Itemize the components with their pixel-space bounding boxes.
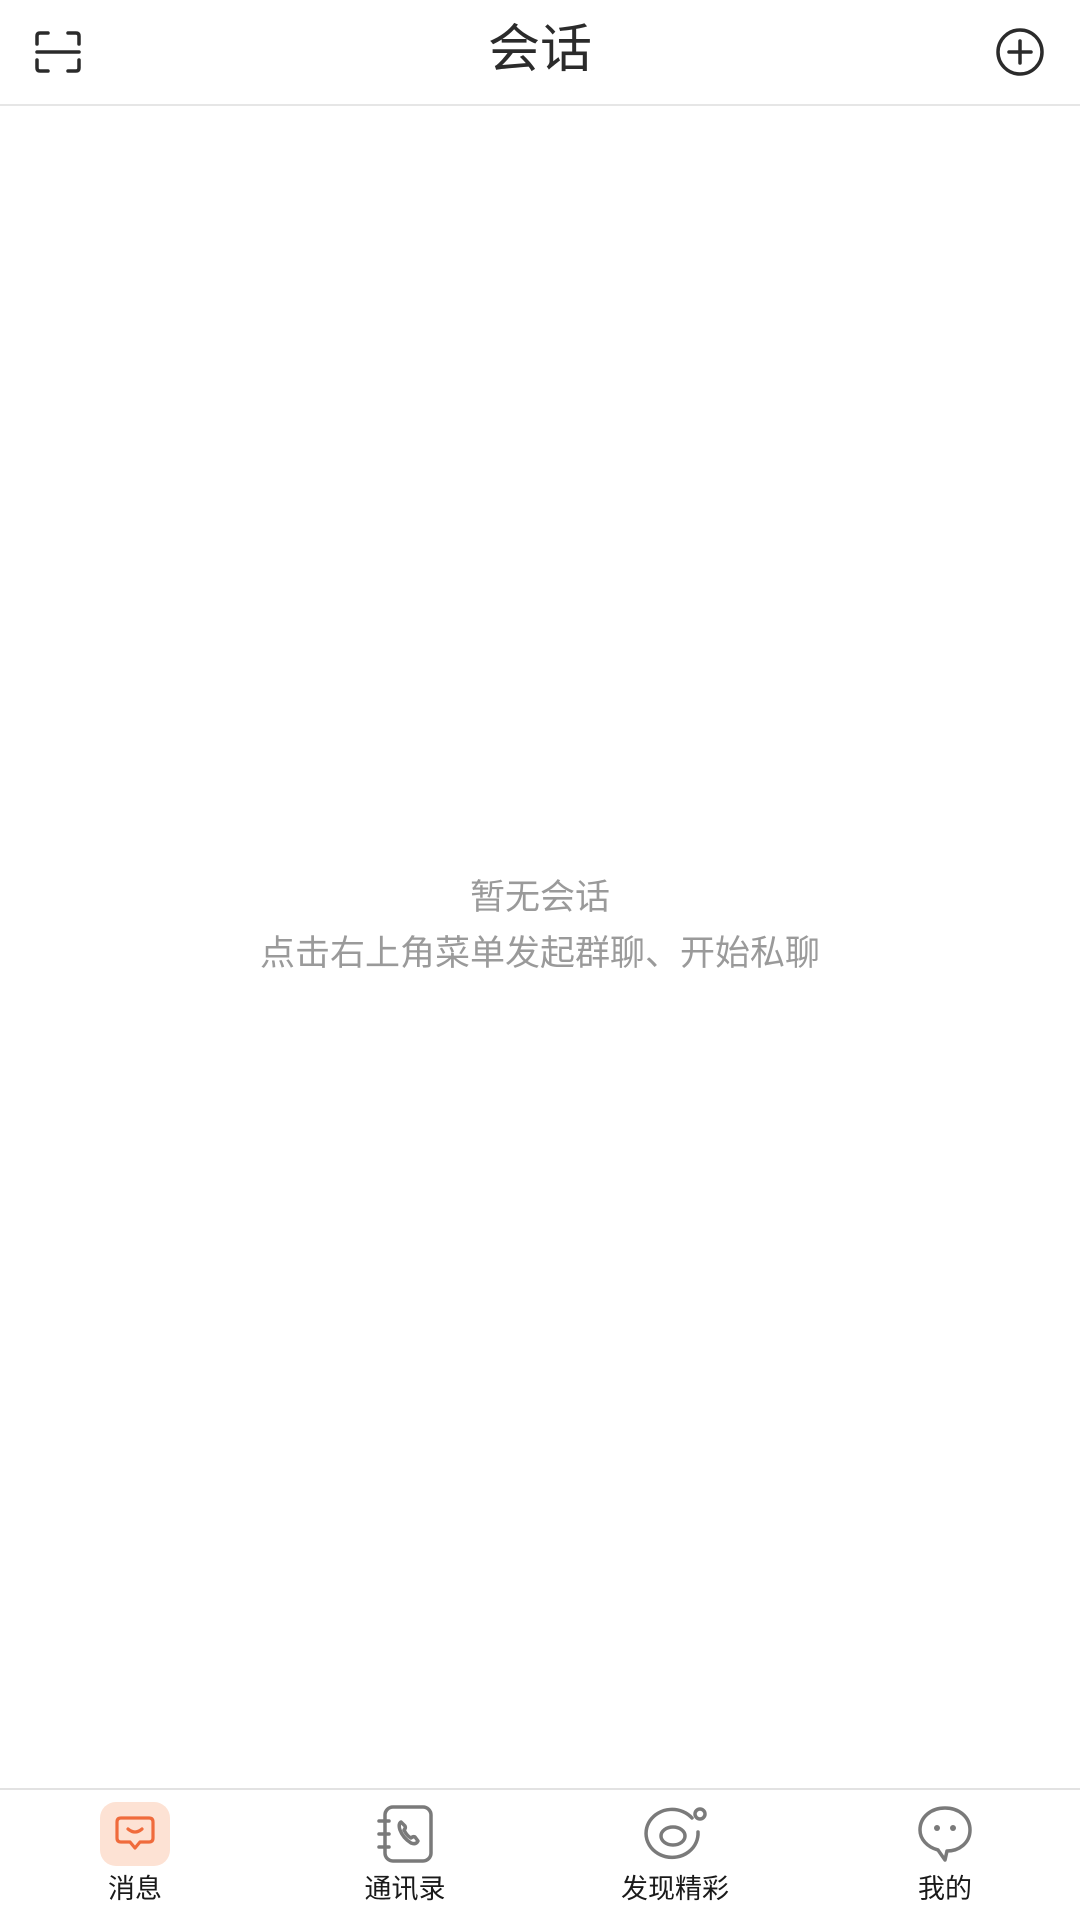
discover-planet-icon [644, 1807, 707, 1860]
bottom-tab-bar: 消息 通讯录 发现精彩 我的 [0, 1788, 1080, 1922]
top-bar: 会话 [0, 0, 1080, 106]
scan-button[interactable] [26, 20, 90, 84]
tab-messages[interactable]: 消息 [0, 1790, 270, 1920]
tab-discover[interactable]: 发现精彩 [540, 1790, 810, 1920]
tab-messages-label: 消息 [108, 1874, 162, 1905]
tab-contacts-label: 通讯录 [364, 1874, 446, 1905]
chat-bubble-icon [115, 1816, 155, 1850]
tab-profile-label: 我的 [918, 1874, 972, 1905]
tab-messages-icon-wrap [100, 1802, 170, 1866]
tab-discover-label: 发现精彩 [621, 1874, 729, 1905]
scan-icon [35, 31, 81, 73]
empty-state: 暂无会话 点击右上角菜单发起群聊、开始私聊 [0, 870, 1080, 982]
tab-discover-icon-wrap [640, 1802, 710, 1866]
tab-contacts[interactable]: 通讯录 [270, 1790, 540, 1920]
add-menu-button[interactable] [988, 20, 1052, 84]
empty-state-title: 暂无会话 [469, 878, 610, 918]
contacts-book-icon [377, 1805, 433, 1863]
plus-circle-icon [996, 28, 1044, 76]
tab-profile[interactable]: 我的 [810, 1790, 1080, 1920]
empty-state-hint: 点击右上角菜单发起群聊、开始私聊 [259, 934, 820, 974]
tab-contacts-icon-wrap [370, 1802, 440, 1866]
profile-face-icon [918, 1806, 972, 1862]
page-title: 会话 [487, 20, 592, 80]
tab-profile-icon-wrap [910, 1802, 980, 1866]
